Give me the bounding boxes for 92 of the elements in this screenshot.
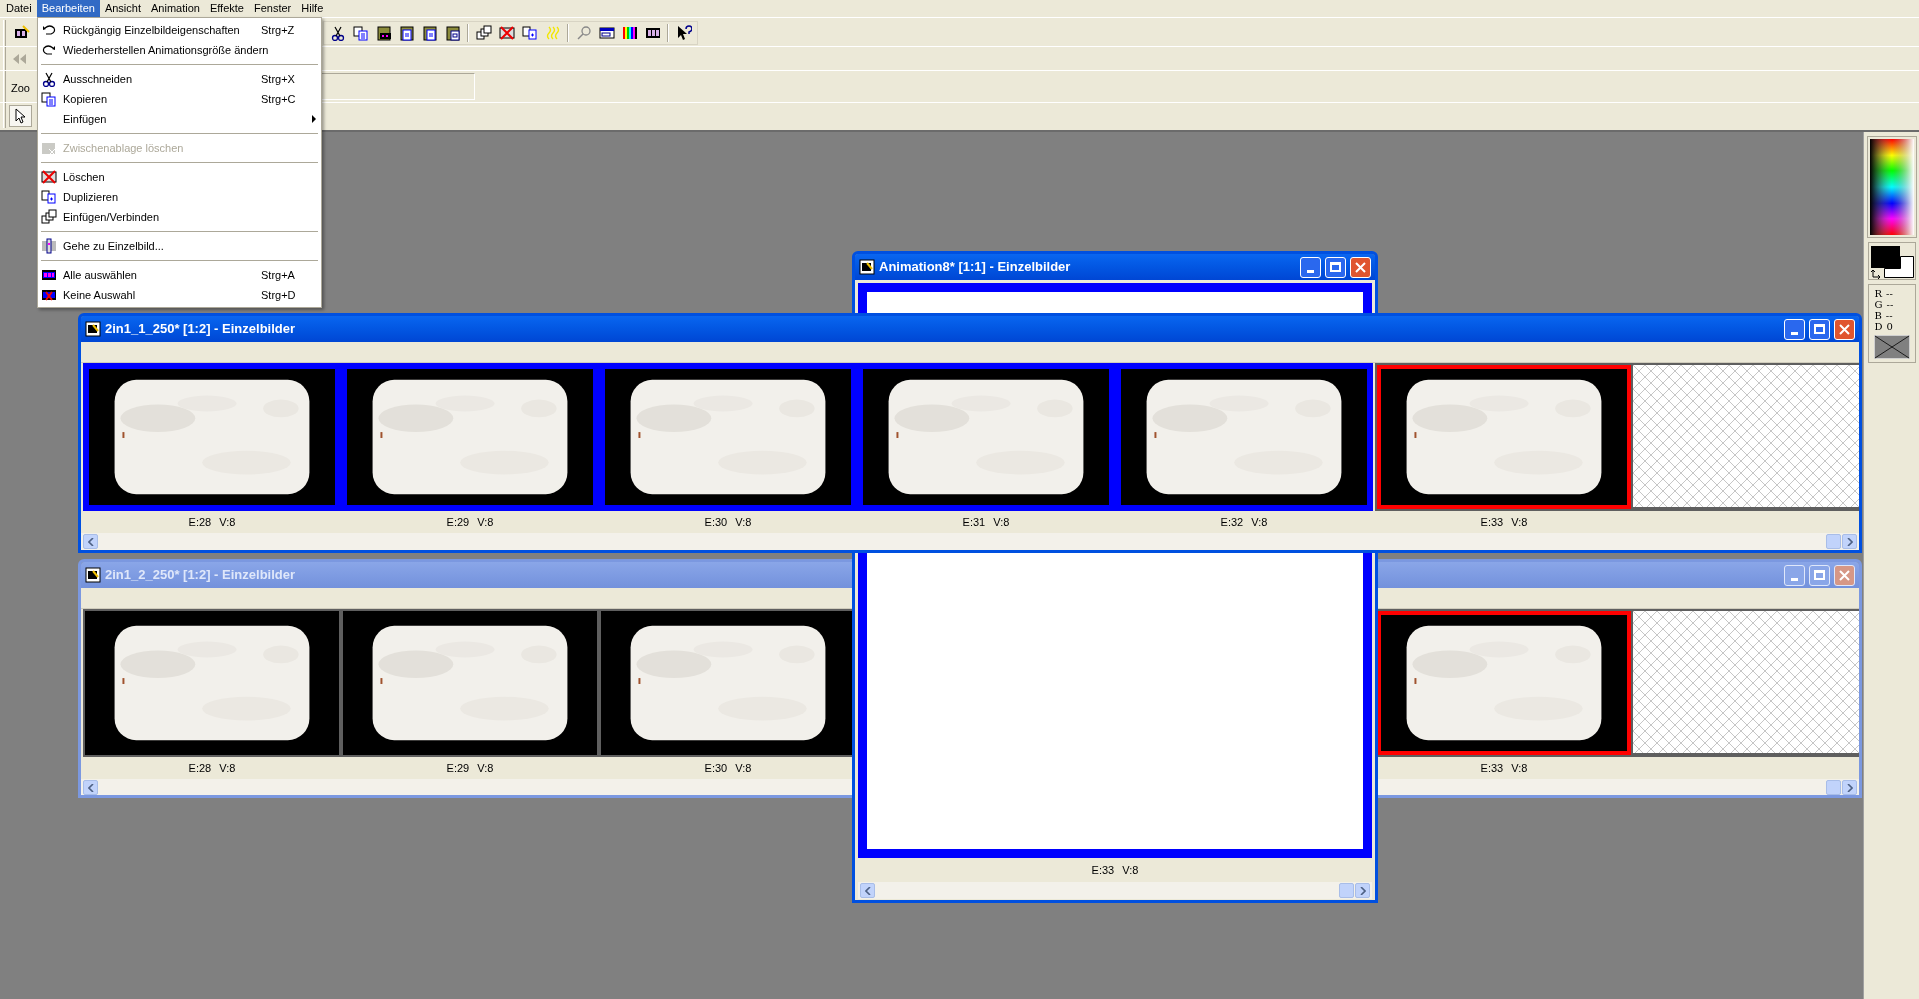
color-bars-icon	[621, 25, 638, 41]
frame-preview-edge[interactable]	[858, 283, 1372, 313]
copy-icon	[41, 91, 57, 107]
filmstrip-icon	[644, 25, 661, 41]
frame-preview[interactable]	[858, 553, 1372, 858]
scroll-thumb[interactable]	[1826, 534, 1841, 549]
close-icon	[1355, 261, 1366, 273]
duplicate-icon	[41, 189, 57, 205]
menu-item[interactable]: Einfügen	[38, 109, 321, 129]
menu-item[interactable]: Keine Auswahl Strg+D	[38, 285, 321, 305]
filmstrip-icon	[41, 238, 57, 254]
menu-item[interactable]: Effekte	[204, 0, 249, 17]
scroll-left-button[interactable]	[83, 780, 98, 795]
scroll-right-button[interactable]	[1842, 534, 1857, 549]
delete-icon	[41, 169, 57, 185]
scroll-right-button[interactable]	[1355, 883, 1370, 898]
wave-icon	[544, 25, 561, 41]
channel-value: --	[1886, 288, 1893, 299]
menu-item[interactable]: Alle auswählen Strg+A	[38, 265, 321, 285]
scissors-icon	[329, 25, 346, 41]
frame-label: E:33 V:8	[1091, 862, 1139, 878]
color-spectrum[interactable]	[1869, 139, 1914, 235]
clipboard-icon	[444, 25, 461, 41]
clipboard-icon	[398, 25, 415, 41]
channel-label: G	[1874, 299, 1883, 310]
channel-value: --	[1886, 299, 1894, 310]
transparent-color-swatch[interactable]	[1873, 335, 1910, 359]
menu-item[interactable]: Wiederherstellen Animationsgröße ändern	[38, 40, 321, 60]
background-color-swatch[interactable]	[1883, 256, 1914, 278]
frame-label: E:29 V:8	[446, 514, 494, 530]
app-icon	[859, 259, 875, 275]
duplicate-icon	[521, 25, 538, 41]
scroll-right-button[interactable]	[1842, 780, 1857, 795]
menu-item[interactable]: Ansicht	[99, 0, 146, 17]
close-icon	[1839, 569, 1850, 581]
scroll-left-button[interactable]	[83, 534, 98, 549]
input-field[interactable]	[322, 73, 475, 100]
scroll-thumb[interactable]	[1339, 883, 1354, 898]
zoom-label: Zoo	[11, 81, 30, 94]
delete-icon	[498, 25, 515, 41]
pointer-tool-button[interactable]	[9, 104, 32, 127]
clipboard-icon	[421, 25, 438, 41]
frame-label: E:28 V:8	[188, 514, 236, 530]
menu-item[interactable]: Kopieren Strg+C	[38, 89, 321, 109]
scissors-icon	[41, 71, 57, 87]
foreground-color-swatch[interactable]	[1870, 246, 1900, 268]
window-icon	[598, 25, 615, 41]
copy-icon	[352, 25, 369, 41]
menu-item[interactable]: Animation	[146, 0, 205, 17]
swap-icon[interactable]	[1870, 270, 1881, 279]
channel-value: --	[1885, 310, 1893, 321]
filmstrip-icon	[41, 287, 57, 303]
help-icon	[675, 25, 692, 41]
menu-item[interactable]: Datei	[1, 0, 37, 17]
filmstrip-icon	[41, 267, 57, 283]
frame-label: E:30 V:8	[704, 760, 752, 776]
app-icon	[85, 321, 101, 337]
magnifier-icon	[575, 25, 592, 41]
frame-label: E:33 V:8	[1480, 760, 1528, 776]
frame-label: E:29 V:8	[446, 760, 494, 776]
scroll-thumb[interactable]	[1826, 780, 1841, 795]
layers-icon	[41, 209, 57, 225]
menu-item[interactable]: Ausschneiden Strg+X	[38, 69, 321, 89]
channel-label: D	[1874, 321, 1883, 332]
frame-label: E:31 V:8	[962, 514, 1010, 530]
frame-label: E:28 V:8	[188, 760, 236, 776]
menu-item[interactable]: Gehe zu Einzelbild...	[38, 236, 321, 256]
menu-item[interactable]: Rückgängig Einzelbildeigenschaften Strg+Z	[38, 20, 321, 40]
menu-item[interactable]: Löschen	[38, 167, 321, 187]
close-icon	[1839, 323, 1850, 335]
frame-label: E:33 V:8	[1480, 514, 1528, 530]
window-title: 2in1_1_250* [1:2] - Einzelbilder	[105, 320, 297, 339]
menu-item[interactable]: Hilfe	[296, 0, 329, 17]
clipboard-icon	[375, 25, 392, 41]
app-icon	[85, 567, 101, 583]
menu-item[interactable]: Duplizieren	[38, 187, 321, 207]
frame-label: E:30 V:8	[704, 514, 752, 530]
menu-item[interactable]: Bearbeiten	[36, 0, 100, 17]
menu-item[interactable]: Fenster	[248, 0, 297, 17]
channel-label: R	[1874, 288, 1883, 299]
window-title: 2in1_2_250* [1:2] - Einzelbilder	[105, 566, 297, 585]
channel-label: B	[1874, 310, 1882, 321]
menu-item[interactable]: Einfügen/Verbinden	[38, 207, 321, 227]
filmstrip-wand-icon	[14, 25, 30, 41]
undo-icon	[41, 22, 57, 38]
redo-icon	[41, 42, 57, 58]
clipboard-icon	[41, 140, 57, 156]
window-title: Animation8* [1:1] - Einzelbilder	[879, 258, 1072, 277]
channel-value: 0	[1886, 321, 1893, 332]
frame-label: E:32 V:8	[1220, 514, 1268, 530]
scroll-left-button[interactable]	[860, 883, 875, 898]
layers-icon	[475, 25, 492, 41]
